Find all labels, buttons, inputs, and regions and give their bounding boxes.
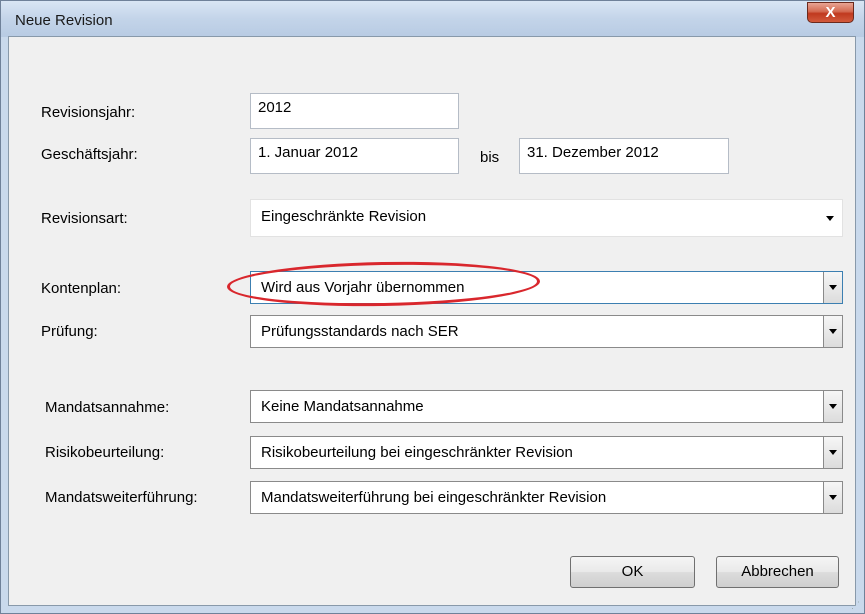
chevron-down-icon (826, 216, 834, 221)
title-bar[interactable]: Neue Revision X (1, 1, 864, 37)
kontenplan-dropdown-button[interactable] (823, 272, 842, 303)
mandatsannahme-dropdown-button[interactable] (823, 391, 842, 422)
pruefung-dropdown-button[interactable] (823, 316, 842, 347)
cancel-button[interactable]: Abbrechen (716, 556, 839, 588)
mandatsannahme-select[interactable]: Keine Mandatsannahme (250, 390, 843, 423)
risikobeurteilung-dropdown-button[interactable] (823, 437, 842, 468)
ok-button[interactable]: OK (570, 556, 695, 588)
revisionsart-select[interactable]: Eingeschränkte Revision (250, 199, 843, 237)
close-button[interactable]: X (807, 2, 854, 23)
mandatsweiterfuehrung-value: Mandatsweiterführung bei eingeschränkter… (261, 489, 607, 506)
risikobeurteilung-label: Risikobeurteilung: (45, 444, 165, 461)
geschaeftsjahr-label: Geschäftsjahr: (41, 146, 138, 163)
mandatsannahme-value: Keine Mandatsannahme (261, 398, 424, 415)
geschaeftsjahr-separator: bis (480, 149, 500, 166)
pruefung-value: Prüfungsstandards nach SER (261, 323, 459, 340)
pruefung-label: Prüfung: (41, 323, 98, 340)
kontenplan-label: Kontenplan: (41, 280, 122, 297)
risikobeurteilung-select[interactable]: Risikobeurteilung bei eingeschränkter Re… (250, 436, 843, 469)
revisionsart-value: Eingeschränkte Revision (261, 208, 427, 225)
close-icon: X (825, 4, 836, 21)
window-title: Neue Revision (15, 12, 113, 29)
kontenplan-select[interactable]: Wird aus Vorjahr übernommen (250, 271, 843, 304)
resize-grip-icon[interactable]: ⋰ (851, 600, 861, 610)
mandatsannahme-label: Mandatsannahme: (45, 399, 170, 416)
geschaeftsjahr-to-field[interactable]: 31. Dezember 2012 (519, 138, 729, 174)
mandatsweiterfuehrung-dropdown-button[interactable] (823, 482, 842, 513)
mandatsweiterfuehrung-label: Mandatsweiterführung: (45, 489, 198, 506)
mandatsweiterfuehrung-select[interactable]: Mandatsweiterführung bei eingeschränkter… (250, 481, 843, 514)
revisionsjahr-label: Revisionsjahr: (41, 104, 136, 121)
pruefung-select[interactable]: Prüfungsstandards nach SER (250, 315, 843, 348)
geschaeftsjahr-from-field[interactable]: 1. Januar 2012 (250, 138, 459, 174)
risikobeurteilung-value: Risikobeurteilung bei eingeschränkter Re… (261, 444, 573, 461)
revisionsart-label: Revisionsart: (41, 210, 128, 227)
revisionsjahr-field[interactable]: 2012 (250, 93, 459, 129)
kontenplan-value: Wird aus Vorjahr übernommen (261, 279, 465, 296)
